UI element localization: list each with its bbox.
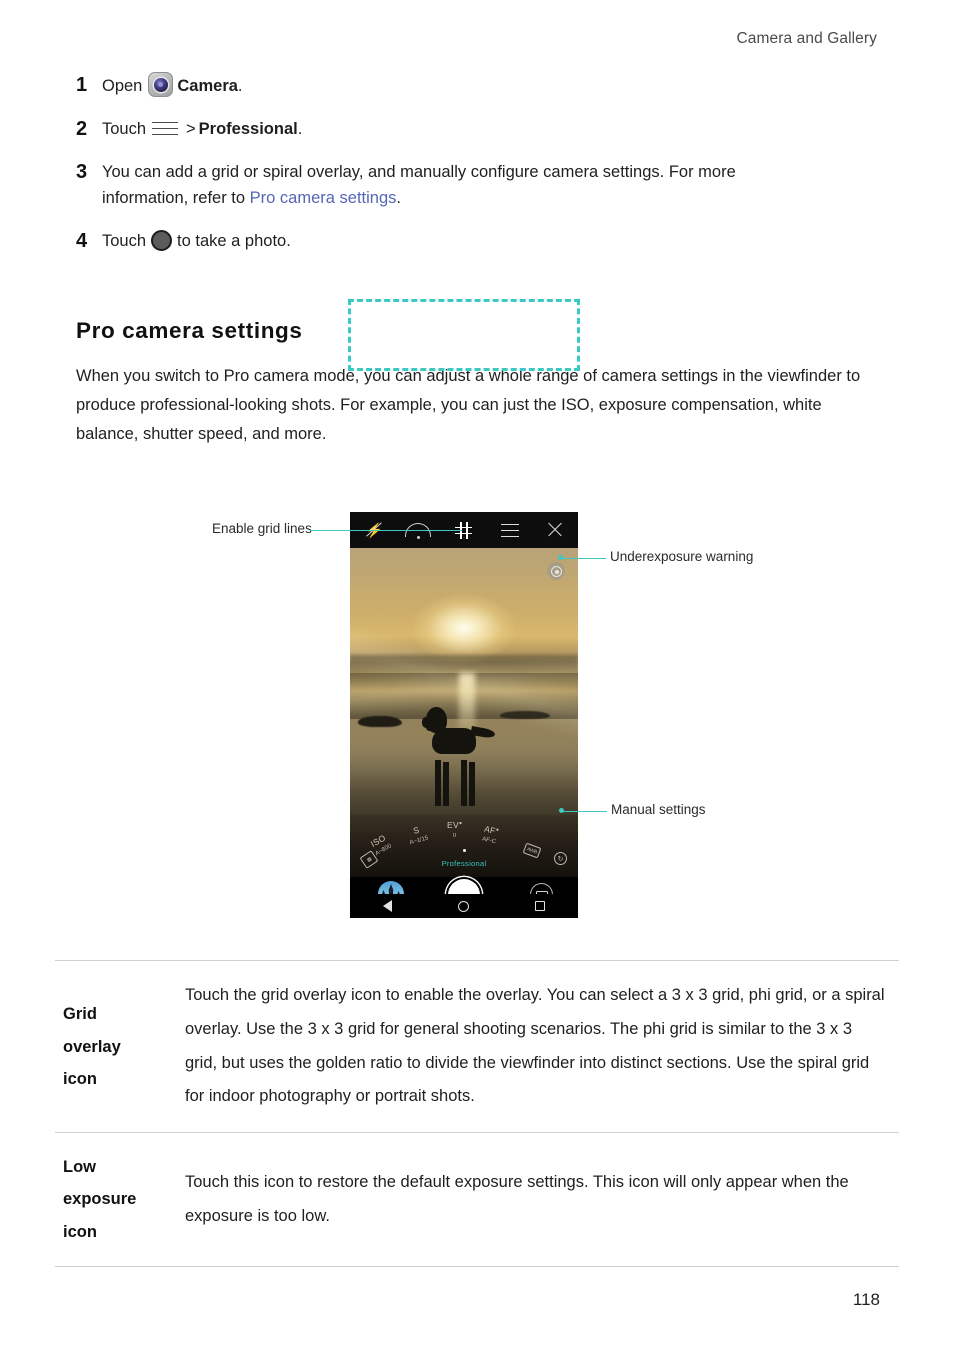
step-1-text: Open Camera. [102, 72, 881, 100]
table-term-low-exposure-icon: Low exposure icon [55, 1133, 185, 1267]
rock-right [500, 710, 550, 719]
phone-screenshot: ⚡ ▦ ISO A~800 S A~1/15 EV● 0 AF● AF-C AW… [350, 512, 578, 918]
cloud-band [350, 654, 578, 674]
white-balance-label: AWB [526, 845, 538, 856]
white-balance-icon[interactable]: AWB [522, 842, 542, 859]
step-3-line2-post: . [396, 189, 401, 208]
dial-ev-value: 0 [452, 832, 457, 839]
step-2-pre: Touch [102, 119, 147, 138]
step-3-number: 3 [76, 160, 88, 183]
step-4-number: 4 [76, 230, 88, 253]
numbered-steps-list: 1 Open Camera. 2 Touch > Professional. 3 Yo… [76, 72, 881, 271]
term-line-2: overlay [63, 1037, 121, 1056]
icon-description-table: Grid overlay icon Touch the grid overlay… [55, 960, 899, 1267]
camera-close-button[interactable] [532, 512, 578, 548]
rock-left [358, 716, 402, 728]
term-line-3: icon [63, 1222, 97, 1241]
dial-shutter[interactable]: S A~1/15 [406, 823, 430, 848]
camera-app-icon[interactable] [148, 72, 174, 97]
hamburger-menu-icon[interactable] [152, 121, 179, 136]
back-icon[interactable] [383, 900, 392, 912]
step-2-number: 2 [76, 117, 88, 140]
dial-shutter-value: A~1/15 [408, 835, 430, 846]
step-1: 1 Open Camera. [76, 72, 881, 100]
term-line-1: Grid [63, 1005, 97, 1024]
step-2-separator: > [186, 119, 196, 138]
step-2-bold: Professional [198, 119, 298, 138]
section-heading: Pro camera settings [76, 318, 303, 343]
step-1-bold: Camera [177, 77, 238, 95]
close-icon [547, 522, 563, 538]
page-number: 118 [852, 1290, 880, 1309]
hamburger-menu-icon [500, 523, 519, 537]
callout-dot-underexposure [558, 555, 563, 560]
table-row: Grid overlay icon Touch the grid overlay… [55, 960, 899, 1133]
figure-pro-camera-ui: ⚡ ▦ ISO A~800 S A~1/15 EV● 0 AF● AF-C AW… [0, 490, 954, 940]
step-4-post: to take a photo. [177, 232, 291, 251]
term-line-1: Low [63, 1158, 96, 1177]
dial-shutter-label: S [412, 824, 421, 836]
camera-mode-label: Professional [441, 859, 487, 868]
table-def-low-exposure-icon: Touch this icon to restore the default e… [185, 1172, 849, 1225]
step-3: 3 You can add a grid or spiral overlay, … [76, 159, 881, 212]
callout-leader-grid [310, 530, 462, 531]
running-head: Camera and Gallery [736, 30, 877, 47]
table-term-grid-overlay-icon: Grid overlay icon [55, 961, 185, 1133]
section-paragraph: When you switch to Pro camera mode, you … [76, 367, 861, 443]
dog-silhouette [422, 700, 498, 815]
step-2-post: . [297, 119, 303, 138]
callout-leader-manual [562, 811, 607, 812]
step-4-pre: Touch [102, 232, 147, 251]
dial-selection-marker [462, 849, 466, 852]
step-1-post: . [237, 77, 243, 95]
step-3-line1: You can add a grid or spiral overlay, an… [102, 162, 736, 181]
step-4: 4 Touch to take a photo. [76, 228, 881, 255]
callout-manual-settings: Manual settings [611, 802, 706, 817]
camera-viewfinder[interactable] [350, 548, 578, 815]
step-1-number: 1 [76, 74, 88, 96]
dial-af-value: AF-C [481, 836, 497, 846]
step-2-text: Touch > Professional. [102, 116, 881, 143]
low-exposure-icon[interactable] [547, 562, 565, 580]
table-row: Low exposure icon Touch this icon to res… [55, 1132, 899, 1267]
android-nav-bar [350, 894, 578, 918]
callout-enable-grid-lines: Enable grid lines [212, 521, 312, 536]
dial-ev-label: EV [447, 820, 459, 830]
step-2: 2 Touch > Professional. [76, 116, 881, 143]
manual-settings-dial[interactable]: ▦ ISO A~800 S A~1/15 EV● 0 AF● AF-C AWB … [350, 815, 578, 877]
callout-dot-manual [559, 808, 564, 813]
recents-icon[interactable] [535, 901, 545, 911]
step-3-line2-pre: information, refer to [102, 189, 250, 208]
step-3-text: You can add a grid or spiral overlay, an… [102, 159, 881, 212]
term-line-2: exposure [63, 1190, 137, 1209]
shutter-button-icon[interactable] [151, 230, 173, 252]
home-icon[interactable] [458, 900, 469, 912]
step-1-pre: Open [102, 77, 143, 95]
callout-leader-underexposure [561, 558, 606, 559]
manual-settings-highlight-box [348, 299, 580, 371]
table-def-grid-overlay-icon: Touch the grid overlay icon to enable th… [185, 986, 885, 1106]
dial-ev[interactable]: EV● 0 [447, 820, 462, 841]
dial-af[interactable]: AF● AF-C [481, 824, 500, 847]
pro-camera-settings-link[interactable]: Pro camera settings [250, 189, 397, 207]
callout-underexposure-warning: Underexposure warning [610, 549, 754, 564]
term-line-3: icon [63, 1069, 97, 1088]
step-4-text: Touch to take a photo. [102, 228, 881, 255]
camera-menu-button[interactable] [487, 512, 533, 548]
